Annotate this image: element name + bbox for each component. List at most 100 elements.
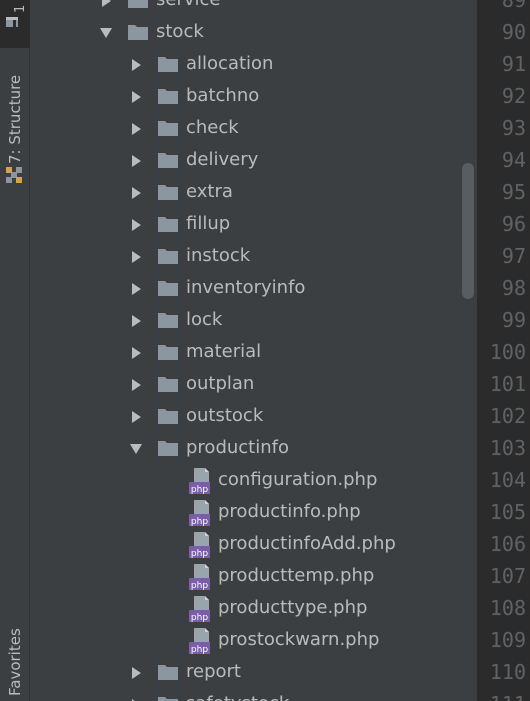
tree-row-label: stock xyxy=(156,21,204,42)
tree-row-label: delivery xyxy=(186,149,259,170)
tree-row-label: productinfo.php xyxy=(218,501,361,522)
tree-file-row[interactable]: php producttype.php xyxy=(31,592,477,624)
tree-folder-row[interactable]: extra xyxy=(31,176,477,208)
tree-folder-row[interactable]: material xyxy=(31,336,477,368)
favorites-tab[interactable]: Favorites xyxy=(6,628,24,696)
folder-icon xyxy=(158,57,178,72)
tree-file-row[interactable]: php producttemp.php xyxy=(31,560,477,592)
line-number: 97 xyxy=(501,244,526,268)
line-number: 95 xyxy=(501,180,526,204)
svg-text:php: php xyxy=(191,613,208,623)
tree-folder-row[interactable]: batchno xyxy=(31,80,477,112)
collapsed-arrow-icon[interactable] xyxy=(129,90,143,104)
line-number: 111 xyxy=(477,688,526,701)
tree-row-label: material xyxy=(186,341,262,362)
tree-file-row[interactable]: php configuration.php xyxy=(31,464,477,496)
collapsed-arrow-icon[interactable] xyxy=(129,378,143,392)
folder-icon xyxy=(128,25,148,40)
tree-folder-row[interactable]: delivery xyxy=(31,144,477,176)
tree-row-label: lock xyxy=(186,309,223,330)
left-tool-strip: 1 7: Structure Favorites xyxy=(0,0,30,701)
collapsed-arrow-icon[interactable] xyxy=(129,410,143,424)
tree-folder-row[interactable]: outstock xyxy=(31,400,477,432)
tree-row-label: producttype.php xyxy=(218,597,368,618)
tree-row-label: report xyxy=(186,661,241,682)
line-number: 104 xyxy=(489,468,526,492)
tree-folder-row[interactable]: report xyxy=(31,656,477,688)
line-number: 109 xyxy=(489,628,526,652)
folder-icon xyxy=(158,121,178,136)
php-file-icon: php xyxy=(189,468,210,495)
line-number: 101 xyxy=(489,372,526,396)
collapsed-arrow-icon[interactable] xyxy=(129,666,143,680)
tree-folder-row[interactable]: inventoryinfo xyxy=(31,272,477,304)
folder-icon xyxy=(158,249,178,264)
line-number: 96 xyxy=(501,212,526,236)
tree-scrollbar-thumb[interactable] xyxy=(462,163,474,299)
tree-row-label: instock xyxy=(186,245,251,266)
folder-icon xyxy=(158,345,178,360)
folder-icon xyxy=(158,313,178,328)
tree-folder-row[interactable]: stock xyxy=(31,16,477,48)
tree-row-label: fillup xyxy=(186,213,231,234)
line-number: 89 xyxy=(501,0,526,12)
expanded-arrow-icon[interactable] xyxy=(129,442,143,456)
line-number: 93 xyxy=(501,116,526,140)
collapsed-arrow-icon[interactable] xyxy=(129,282,143,296)
tree-folder-row[interactable]: allocation xyxy=(31,48,477,80)
tree-row-label: extra xyxy=(186,181,233,202)
collapsed-arrow-icon[interactable] xyxy=(129,154,143,168)
tree-folder-row[interactable]: safetystock xyxy=(31,688,477,701)
line-number: 106 xyxy=(489,532,526,556)
collapsed-arrow-icon[interactable] xyxy=(129,218,143,232)
folder-icon xyxy=(158,185,178,200)
folder-icon xyxy=(158,441,178,456)
project-tab-number: 1 xyxy=(13,5,26,13)
tree-file-row[interactable]: php prostockwarn.php xyxy=(31,624,477,656)
collapsed-arrow-icon[interactable] xyxy=(129,314,143,328)
tree-folder-row[interactable]: fillup xyxy=(31,208,477,240)
folder-icon xyxy=(158,409,178,424)
collapsed-arrow-icon[interactable] xyxy=(129,186,143,200)
line-number: 98 xyxy=(501,276,526,300)
line-number: 110 xyxy=(489,660,526,684)
php-file-icon: php xyxy=(189,628,210,655)
folder-icon xyxy=(158,377,178,392)
tree-folder-row[interactable]: lock xyxy=(31,304,477,336)
folder-icon xyxy=(128,0,148,8)
line-number: 108 xyxy=(489,596,526,620)
tree-folder-row[interactable]: productinfo xyxy=(31,432,477,464)
collapsed-arrow-icon[interactable] xyxy=(99,0,113,8)
collapsed-arrow-icon[interactable] xyxy=(129,58,143,72)
line-number: 105 xyxy=(489,500,526,524)
tree-row-label: inventoryinfo xyxy=(186,277,306,298)
tree-folder-row[interactable]: outplan xyxy=(31,368,477,400)
tree-file-row[interactable]: php productinfoAdd.php xyxy=(31,528,477,560)
line-number: 90 xyxy=(501,20,526,44)
folder-icon xyxy=(158,697,178,701)
tree-folder-row[interactable]: check xyxy=(31,112,477,144)
collapsed-arrow-icon[interactable] xyxy=(129,250,143,264)
structure-tab[interactable]: 7: Structure xyxy=(6,75,24,164)
tree-row-label: producttemp.php xyxy=(218,565,375,586)
svg-text:php: php xyxy=(191,645,208,655)
tree-row-label: outplan xyxy=(186,373,255,394)
tree-folder-row[interactable]: service xyxy=(31,0,477,16)
tree-folder-row[interactable]: instock xyxy=(31,240,477,272)
tree-row-label: configuration.php xyxy=(218,469,378,490)
collapsed-arrow-icon[interactable] xyxy=(129,122,143,136)
tree-row-label: batchno xyxy=(186,85,260,106)
expanded-arrow-icon[interactable] xyxy=(99,26,113,40)
tree-file-row[interactable]: php productinfo.php xyxy=(31,496,477,528)
tree-row-label: productinfo xyxy=(186,437,289,458)
project-tab-icon: 1 xyxy=(6,5,26,30)
folder-icon xyxy=(158,217,178,232)
folder-icon xyxy=(158,89,178,104)
collapsed-arrow-icon[interactable] xyxy=(129,346,143,360)
line-number: 100 xyxy=(489,340,526,364)
line-number: 103 xyxy=(489,436,526,460)
tree-row-label: service xyxy=(156,0,220,11)
project-tool-tab[interactable]: 1 xyxy=(0,0,30,48)
line-number: 92 xyxy=(501,84,526,108)
tree-row-label: outstock xyxy=(186,405,264,426)
